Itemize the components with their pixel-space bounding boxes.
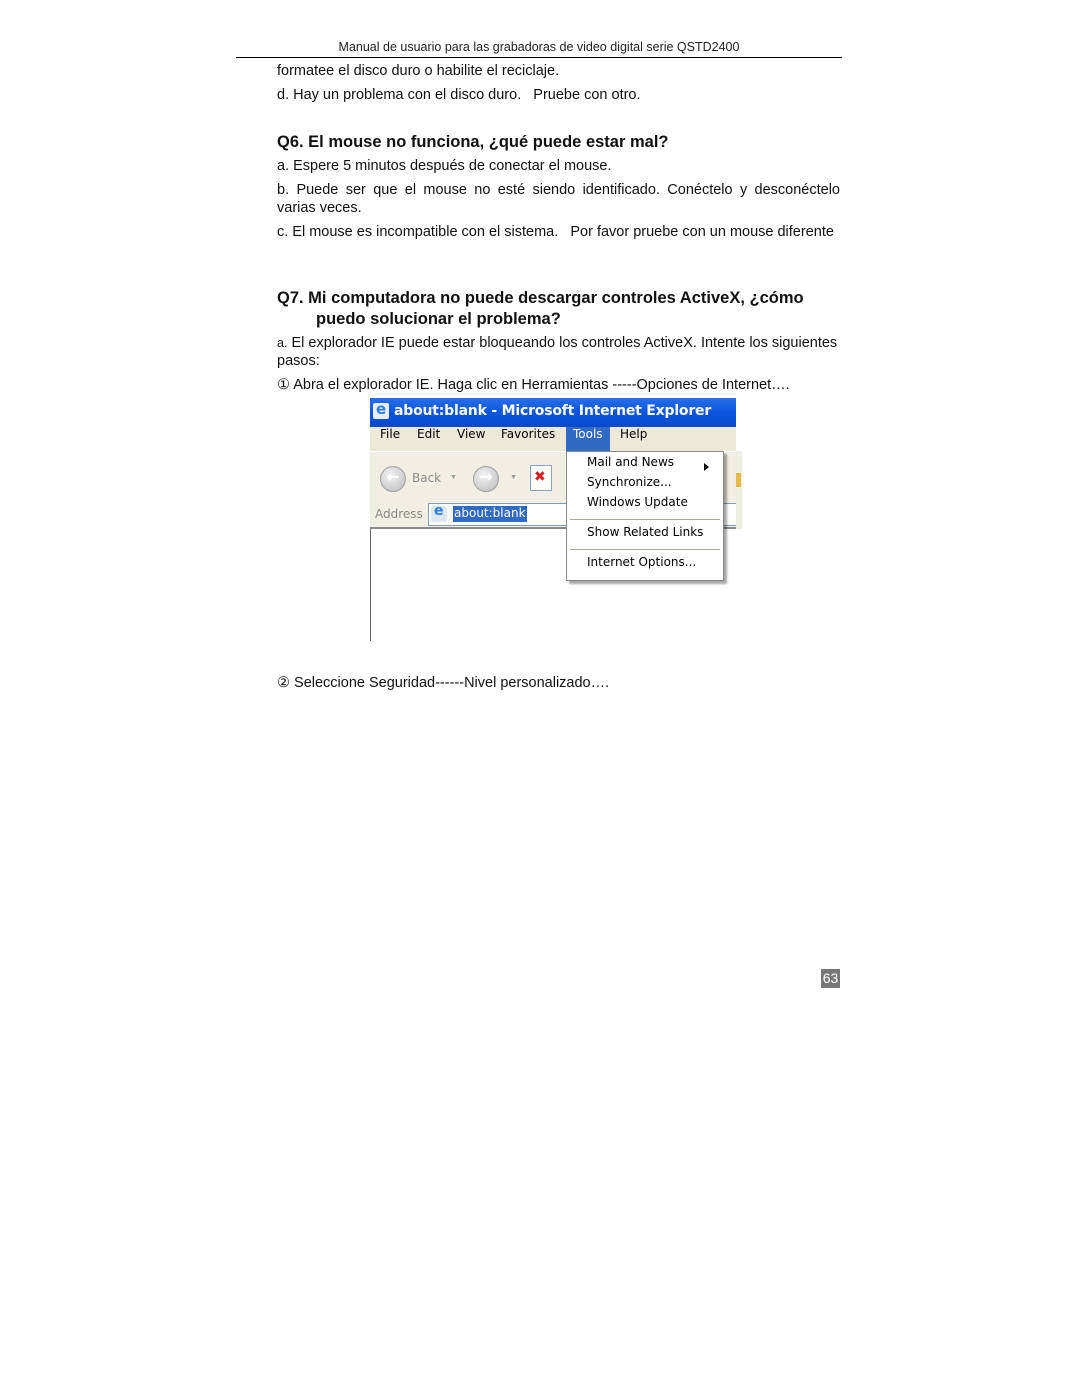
arrow-left-icon: ←	[386, 467, 400, 486]
tools-menu-item-internet-options[interactable]: Internet Options...	[587, 555, 696, 575]
q6-item-b: b. Puede ser que el mouse no esté siendo…	[277, 182, 840, 216]
menu-edit[interactable]: Edit	[417, 427, 440, 451]
toolbar-edge-icon	[736, 473, 741, 487]
q7-step-1: ① Abra el explorador IE. Haga clic en He…	[277, 377, 790, 393]
page-number: 63	[821, 969, 840, 988]
menu-file[interactable]: File	[380, 427, 400, 451]
q6-item-c: c. El mouse es incompatible con el siste…	[277, 224, 834, 240]
forward-button[interactable]: →	[473, 466, 499, 492]
menu-tools[interactable]: Tools	[566, 427, 610, 451]
tools-menu-item-show-related-links[interactable]: Show Related Links	[587, 525, 703, 545]
ie-title-bar: about:blank - Microsoft Internet Explore…	[370, 398, 736, 427]
q6-item-a: a. Espere 5 minutos después de conectar …	[277, 158, 612, 174]
back-label[interactable]: Back	[412, 471, 441, 485]
tools-menu-item-windows-update[interactable]: Windows Update	[587, 495, 688, 515]
q7-step-2: ② Seleccione Seguridad------Nivel person…	[277, 675, 610, 691]
q7-heading-line1: Q7. Mi computadora no puede descargar co…	[277, 289, 804, 307]
ie-logo-icon	[373, 400, 389, 419]
page-icon	[431, 503, 447, 522]
q6-heading: Q6. El mouse no funciona, ¿qué puede est…	[277, 133, 669, 151]
menu-help[interactable]: Help	[620, 427, 647, 451]
tools-menu-item-synchronize[interactable]: Synchronize...	[587, 475, 672, 495]
header-rule	[236, 57, 842, 58]
tools-menu-dropdown: Mail and News Synchronize... Windows Upd…	[566, 451, 724, 581]
tools-menu-item-label: Mail and News	[587, 455, 675, 469]
arrow-right-icon: →	[479, 467, 493, 486]
address-label: Address	[375, 507, 423, 521]
stop-icon: ✖	[534, 469, 546, 485]
intro-item-d: d. Hay un problema con el disco duro. Pr…	[277, 87, 641, 103]
ie-window-title: about:blank - Microsoft Internet Explore…	[394, 403, 712, 419]
ie-menu-bar: File Edit View Favorites Tools Help	[370, 427, 736, 451]
intro-continuation: formatee el disco duro o habilite el rec…	[277, 63, 560, 79]
menu-favorites[interactable]: Favorites	[501, 427, 555, 451]
stop-button[interactable]: ✖	[530, 465, 552, 491]
ie-screenshot: about:blank - Microsoft Internet Explore…	[370, 398, 743, 642]
forward-dropdown-icon[interactable]: ▼	[510, 474, 517, 481]
q7-item-a: a. El explorador IE puede estar bloquean…	[277, 334, 840, 370]
back-button[interactable]: ←	[380, 466, 406, 492]
q7-heading-line2: puedo solucionar el problema?	[316, 310, 561, 328]
menu-separator	[570, 549, 720, 550]
submenu-arrow-icon	[704, 463, 709, 471]
menu-separator	[570, 519, 720, 520]
q7-item-a-prefix: a.	[277, 336, 288, 350]
toolbar-edge	[736, 451, 742, 529]
running-header: Manual de usuario para las grabadoras de…	[338, 40, 740, 54]
tools-menu-item-mail-and-news[interactable]: Mail and News	[587, 455, 717, 475]
menu-view[interactable]: View	[457, 427, 485, 451]
address-value[interactable]: about:blank	[453, 506, 527, 522]
q7-heading: Q7. Mi computadora no puede descargar co…	[277, 288, 842, 330]
back-dropdown-icon[interactable]: ▼	[450, 474, 457, 481]
q7-item-a-text: El explorador IE puede estar bloqueando …	[277, 335, 838, 369]
